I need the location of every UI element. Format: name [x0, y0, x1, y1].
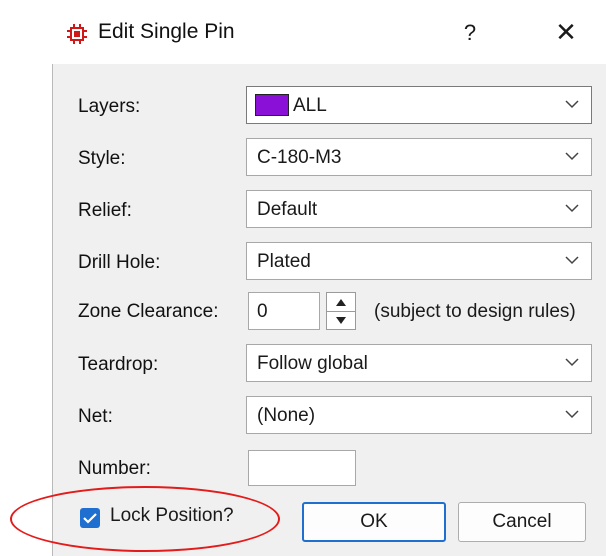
checkmark-icon — [83, 513, 97, 524]
layer-color-swatch — [255, 94, 289, 116]
lock-position-label[interactable]: Lock Position? — [110, 505, 234, 527]
style-value: C-180-M3 — [257, 147, 342, 168]
style-label: Style: — [78, 148, 126, 169]
cancel-button[interactable]: Cancel — [458, 502, 586, 542]
spin-down-button[interactable] — [327, 311, 355, 329]
teardrop-select[interactable]: Follow global — [246, 344, 592, 382]
chevron-down-icon — [565, 410, 579, 419]
relief-select[interactable]: Default — [246, 190, 592, 228]
triangle-up-icon — [336, 298, 346, 306]
window-title: Edit Single Pin — [98, 20, 235, 43]
design-rules-note: (subject to design rules) — [374, 301, 576, 322]
drill-hole-label: Drill Hole: — [78, 252, 161, 273]
style-select[interactable]: C-180-M3 — [246, 138, 592, 176]
zone-clearance-label: Zone Clearance: — [78, 301, 219, 322]
layers-select[interactable]: ALL — [246, 86, 592, 124]
lock-position-checkbox[interactable] — [80, 508, 100, 528]
close-button[interactable]: ✕ — [546, 14, 586, 50]
spin-up-button[interactable] — [327, 293, 355, 312]
number-input[interactable] — [248, 450, 356, 486]
net-value: (None) — [257, 405, 316, 426]
chip-icon — [67, 24, 87, 44]
triangle-down-icon — [336, 316, 346, 324]
teardrop-label: Teardrop: — [78, 354, 159, 375]
zone-clearance-spinner[interactable] — [326, 292, 356, 330]
drill-hole-value: Plated — [257, 251, 311, 272]
layers-value: ALL — [293, 95, 327, 116]
relief-label: Relief: — [78, 200, 132, 221]
drill-hole-select[interactable]: Plated — [246, 242, 592, 280]
help-button[interactable]: ? — [450, 16, 490, 50]
title-bar: Edit Single Pin ? ✕ — [52, 0, 606, 64]
relief-value: Default — [257, 199, 318, 220]
chevron-down-icon — [565, 152, 579, 161]
chevron-down-icon — [565, 358, 579, 367]
chevron-down-icon — [565, 204, 579, 213]
ok-button[interactable]: OK — [302, 502, 446, 542]
teardrop-value: Follow global — [257, 353, 368, 374]
chevron-down-icon — [565, 256, 579, 265]
zone-clearance-value: 0 — [257, 301, 268, 322]
chevron-down-icon — [565, 100, 579, 109]
number-label: Number: — [78, 458, 151, 479]
net-select[interactable]: (None) — [246, 396, 592, 434]
layers-label: Layers: — [78, 96, 141, 117]
net-label: Net: — [78, 406, 113, 427]
zone-clearance-input[interactable]: 0 — [248, 292, 320, 330]
